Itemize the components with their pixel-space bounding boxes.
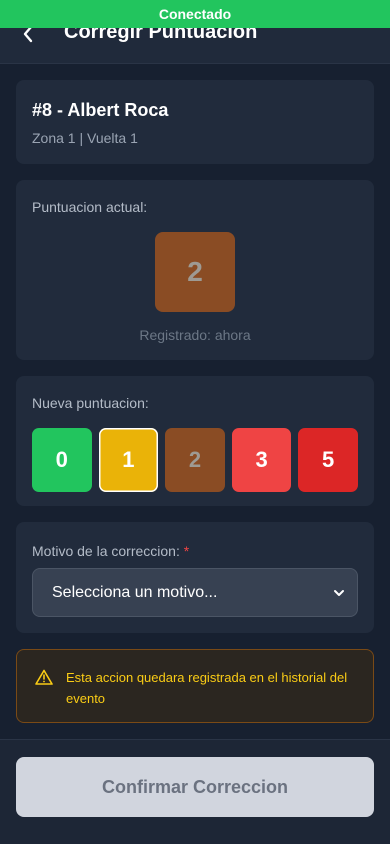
required-marker: * bbox=[183, 543, 190, 559]
warning-text: Esta accion quedara registrada en el his… bbox=[66, 670, 348, 706]
score-option-3[interactable]: 3 bbox=[231, 428, 292, 492]
score-option-5[interactable]: 5 bbox=[298, 428, 358, 492]
score-option-label: 5 bbox=[322, 447, 335, 472]
confirm-correction-button[interactable]: Confirmar Correccion bbox=[16, 757, 374, 817]
score-option-label: 1 bbox=[122, 447, 135, 472]
registered-time: Registrado: ahora bbox=[139, 327, 251, 343]
score-option-0[interactable]: 0 bbox=[32, 428, 92, 492]
score-option-2[interactable]: 2 bbox=[165, 428, 225, 492]
connection-status-text: Conectado bbox=[158, 6, 232, 22]
rider-name: #8 - Albert Roca bbox=[32, 100, 169, 120]
new-score-card: Nueva puntuacion: 0 1 2 3 5 bbox=[16, 376, 374, 506]
score-options: 0 1 2 3 5 bbox=[32, 428, 358, 492]
reason-label-text: Motivo de la correccion: bbox=[32, 543, 180, 559]
chevron-down-icon bbox=[334, 590, 344, 596]
connection-status-banner: Conectado bbox=[0, 0, 390, 28]
score-option-label: 2 bbox=[188, 447, 202, 472]
score-option-label: 0 bbox=[55, 447, 68, 472]
score-option-label: 3 bbox=[255, 447, 268, 472]
reason-card: Motivo de la correccion: * Selecciona un… bbox=[16, 522, 374, 633]
warning-notice: Esta accion quedara registrada en el his… bbox=[16, 649, 374, 723]
current-score-tile: 2 bbox=[155, 232, 235, 312]
current-score-card: Puntuacion actual: 2 Registrado: ahora bbox=[16, 180, 374, 360]
footer-bar: Confirmar Correccion bbox=[0, 739, 390, 844]
rider-info-card: #8 - Albert Roca Zona 1 | Vuelta 1 bbox=[16, 80, 374, 164]
reason-label: Motivo de la correccion: * bbox=[32, 543, 189, 559]
rider-details: Zona 1 | Vuelta 1 bbox=[32, 130, 138, 146]
current-score-value: 2 bbox=[187, 256, 203, 287]
current-score-label: Puntuacion actual: bbox=[32, 199, 148, 215]
new-score-label: Nueva puntuacion: bbox=[32, 395, 149, 411]
reason-select-value: Selecciona un motivo... bbox=[52, 583, 218, 601]
reason-select[interactable]: Selecciona un motivo... bbox=[32, 568, 358, 617]
score-option-1[interactable]: 1 bbox=[98, 428, 159, 492]
warning-triangle-icon bbox=[35, 669, 53, 685]
